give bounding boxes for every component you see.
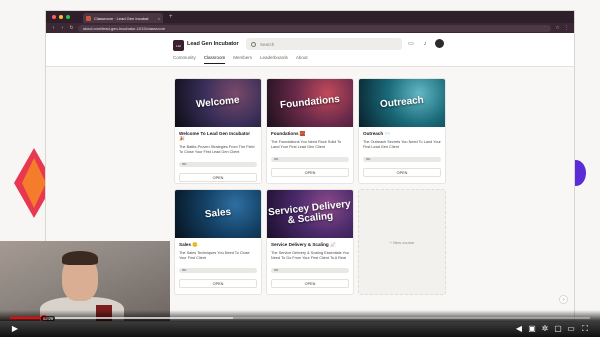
chat-icon[interactable]: ▭ [407,40,415,48]
course-description: The Battle-Proven Strategies From The Fi… [179,145,255,155]
course-title[interactable]: Service Delivery & Scaling 📈 [271,242,349,248]
course-thumbnail-text: Welcome [195,94,241,111]
favicon-icon [86,15,91,21]
search-icon [251,41,256,47]
webcam-overlay [0,241,170,321]
course-card[interactable]: Outreach Outreach 📨 The Outreach Secrets Y… [358,78,446,184]
address-bar: ‹ › ↻ skool.com/lead-gen-incubator-1015/… [46,23,574,33]
open-course-button[interactable]: OPEN [179,173,257,182]
course-thumbnail[interactable]: Servicey Delivery & Scaling [267,190,353,238]
switch-community-icon[interactable]: ⇕ [229,41,232,46]
current-time: 02:25 [41,316,56,321]
back-icon[interactable]: ‹ [51,25,56,31]
tab-close-icon[interactable]: × [158,16,160,21]
course-progress-label: 0% [182,162,187,166]
avatar[interactable] [435,39,444,48]
search-input[interactable]: Search [246,38,402,50]
menu-icon[interactable]: ⋮ [564,25,569,31]
course-progress-bar: 0% [271,157,349,162]
minimize-window-icon[interactable] [59,15,63,19]
miniplayer-icon[interactable]: ▢ [553,324,563,334]
seek-played [10,317,43,319]
star-icon[interactable]: ☆ [555,25,560,31]
maximize-window-icon[interactable] [66,15,70,19]
open-course-button[interactable]: OPEN [363,168,441,177]
open-course-button[interactable]: OPEN [179,279,257,288]
community-nav: Community Classroom Members Leaderboards Abo… [173,55,308,64]
tab-about[interactable]: About [296,55,308,64]
course-thumbnail[interactable]: Sales [175,190,261,238]
course-thumbnail-text: Outreach [379,94,425,111]
course-progress-bar: 0% [363,157,441,162]
seek-buffered [43,317,233,319]
presenter-hair [62,251,98,265]
course-description: The Outreach Secrets You Need To Land Yo… [363,140,441,150]
video-player-controls: 02:25 ▶ ◀ ▣ ✲ ▢ ▭ ⛶ [0,310,600,337]
tab-members[interactable]: Members [233,55,252,64]
open-course-button[interactable]: OPEN [271,168,349,177]
course-title[interactable]: Outreach 📨 [363,131,441,137]
reload-icon[interactable]: ↻ [69,25,74,31]
course-card[interactable]: Welcome Welcome To Lead Gen Incubator 🎉 Th… [174,78,262,184]
open-course-button[interactable]: OPEN [271,279,349,288]
course-thumbnail-text: Sales [204,206,232,221]
course-thumbnail[interactable]: Foundations [267,79,353,127]
course-description: The Sales Techniques You Need To Close Y… [179,251,250,261]
subtitles-icon[interactable]: ▣ [527,324,537,334]
course-progress-bar: 0% [271,268,349,273]
play-icon[interactable]: ▶ [10,324,20,334]
course-progress-label: 0% [366,157,371,161]
course-progress-label: 0% [274,157,279,161]
close-window-icon[interactable] [52,15,56,19]
course-title[interactable]: Welcome To Lead Gen Incubator 🎉 [179,131,257,142]
bell-icon[interactable]: ♪ [421,40,429,48]
tab-classroom[interactable]: Classroom [203,55,226,64]
course-thumbnail[interactable]: Outreach [359,79,445,127]
course-description: The Foundations You Need Rock Solid To L… [271,140,342,150]
volume-icon[interactable]: ◀ [514,324,524,334]
community-logo[interactable]: LGI [173,40,184,51]
forward-icon[interactable]: › [60,25,65,31]
url-field[interactable]: skool.com/lead-gen-incubator-1015/classr… [78,24,551,32]
tab-community[interactable]: Community [173,55,196,64]
new-course-card[interactable]: + New course [358,189,446,295]
course-thumbnail-text: Servicey Delivery & Scaling [267,198,352,227]
seek-bar[interactable]: 02:25 [10,315,590,321]
course-progress-label: 0% [274,268,279,272]
help-button[interactable]: ? [559,295,568,304]
course-thumbnail[interactable]: Welcome [175,79,261,127]
course-card[interactable]: Servicey Delivery & Scaling Service Deliv… [266,189,354,295]
browser-tab[interactable]: Classroom · Lead Gen Incubat × [83,13,163,23]
course-description: The Service Delivery & Scaling Essential… [271,251,349,261]
tab-title: Classroom · Lead Gen Incubat [94,15,149,21]
video-frame: Classroom · Lead Gen Incubat × + ‹ › ↻ s… [0,0,600,337]
tab-bar: Classroom · Lead Gen Incubat × + [46,11,574,23]
new-tab-icon[interactable]: + [169,14,173,20]
theater-icon[interactable]: ▭ [566,324,576,334]
course-title[interactable]: Sales 😊 [179,242,257,248]
settings-icon[interactable]: ✲ [540,324,550,334]
course-progress-label: 0% [182,268,187,272]
fullscreen-icon[interactable]: ⛶ [580,324,590,334]
app-header: LGI Lead Gen Incubator ⇕ Search ▭ ♪ Comm… [46,33,574,67]
tab-leaderboards[interactable]: Leaderboards [260,55,288,64]
course-progress-bar: 0% [179,268,257,273]
course-card[interactable]: Sales Sales 😊 The Sales Techniques You Nee… [174,189,262,295]
course-card[interactable]: Foundations Foundations 🧱 The Foundations … [266,78,354,184]
search-placeholder: Search [260,41,275,47]
course-thumbnail-text: Foundations [279,93,341,112]
course-progress-bar: 0% [179,162,257,167]
course-title[interactable]: Foundations 🧱 [271,131,349,137]
